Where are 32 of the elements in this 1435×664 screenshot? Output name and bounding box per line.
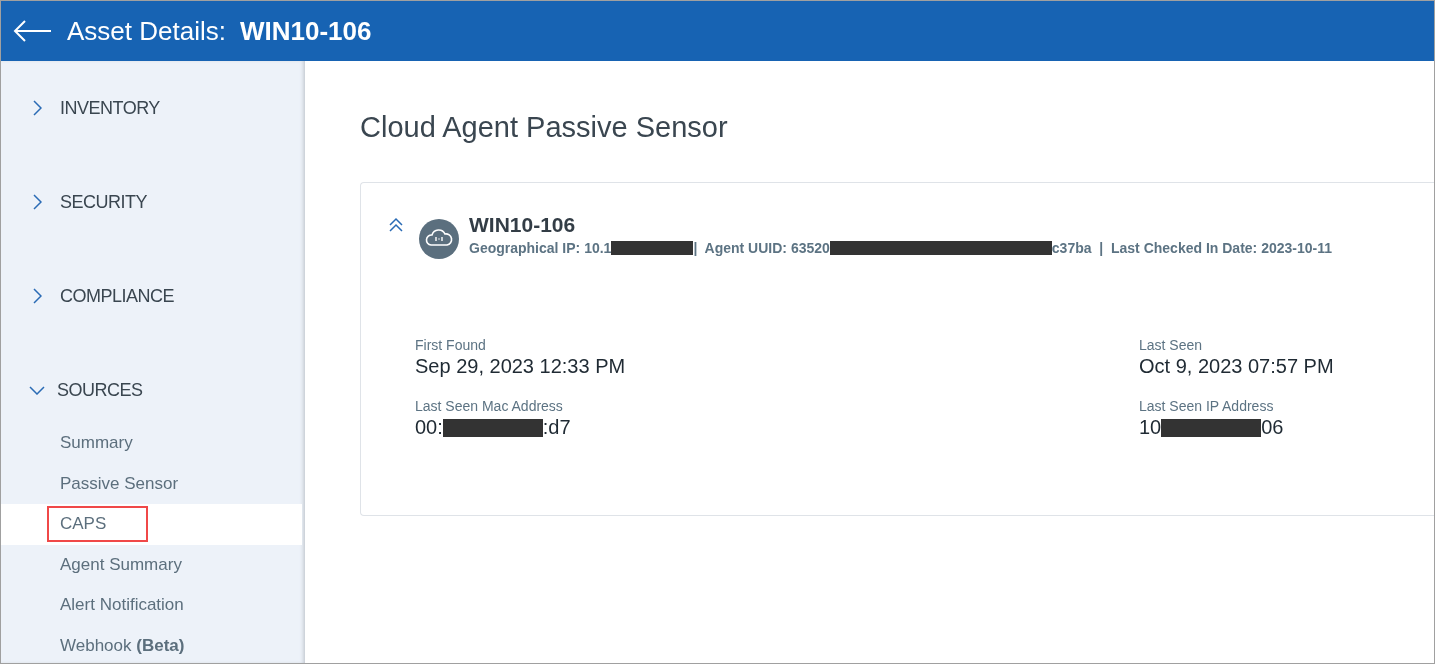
field-label: Last Seen [1139, 337, 1204, 353]
field-value: Sep 29, 2023 12:33 PM [415, 355, 626, 378]
back-arrow-icon [13, 20, 53, 42]
sidebar-item[interactable]: Summary [47, 425, 175, 462]
section-toggle[interactable]: SOURCES [1, 369, 143, 411]
section-toggle[interactable]: SECURITY [1, 181, 147, 223]
section-title: Cloud Agent Passive Sensor [360, 111, 729, 144]
asset-meta-text: c37ba | Last Checked In Date: 2023-10-11 [1051, 240, 1332, 256]
field-value: 10 [1139, 416, 1162, 439]
sidebar-item[interactable]: Agent Summary [47, 546, 224, 583]
field-label: Last Seen IP Address [1139, 398, 1275, 414]
asset-name: WIN10-106 [469, 213, 577, 237]
double-chevron-icon [389, 217, 403, 233]
field-value: Oct 9, 2023 07:57 PM [1139, 355, 1334, 378]
field-label: First Found [415, 337, 487, 353]
sidebar-item[interactable]: CAPS [47, 506, 149, 543]
sidebar-item[interactable]: Alert Notification [47, 587, 226, 624]
section-toggle[interactable]: COMPLIANCE [1, 275, 175, 317]
asset-name: WIN10-106 [239, 15, 372, 47]
sidebar-item[interactable]: Passive Sensor [47, 465, 221, 502]
cloud-icon [419, 219, 459, 259]
field-value: 06 [1261, 416, 1284, 439]
section-toggle[interactable]: INVENTORY [1, 87, 160, 129]
field-value: 00: [415, 416, 443, 439]
back-button[interactable] [13, 20, 53, 42]
field-label: Last Seen Mac Address [415, 398, 564, 414]
collapse-button[interactable] [389, 217, 403, 233]
field-value: :d7 [542, 416, 571, 439]
asset-meta-text: Geographical IP: 10.1 [469, 240, 612, 256]
asset-meta-text: | Agent UUID: 63520 [693, 240, 830, 256]
sidebar-item[interactable]: Webhook (Beta) [47, 627, 227, 663]
page-title: Asset Details: [67, 15, 226, 47]
